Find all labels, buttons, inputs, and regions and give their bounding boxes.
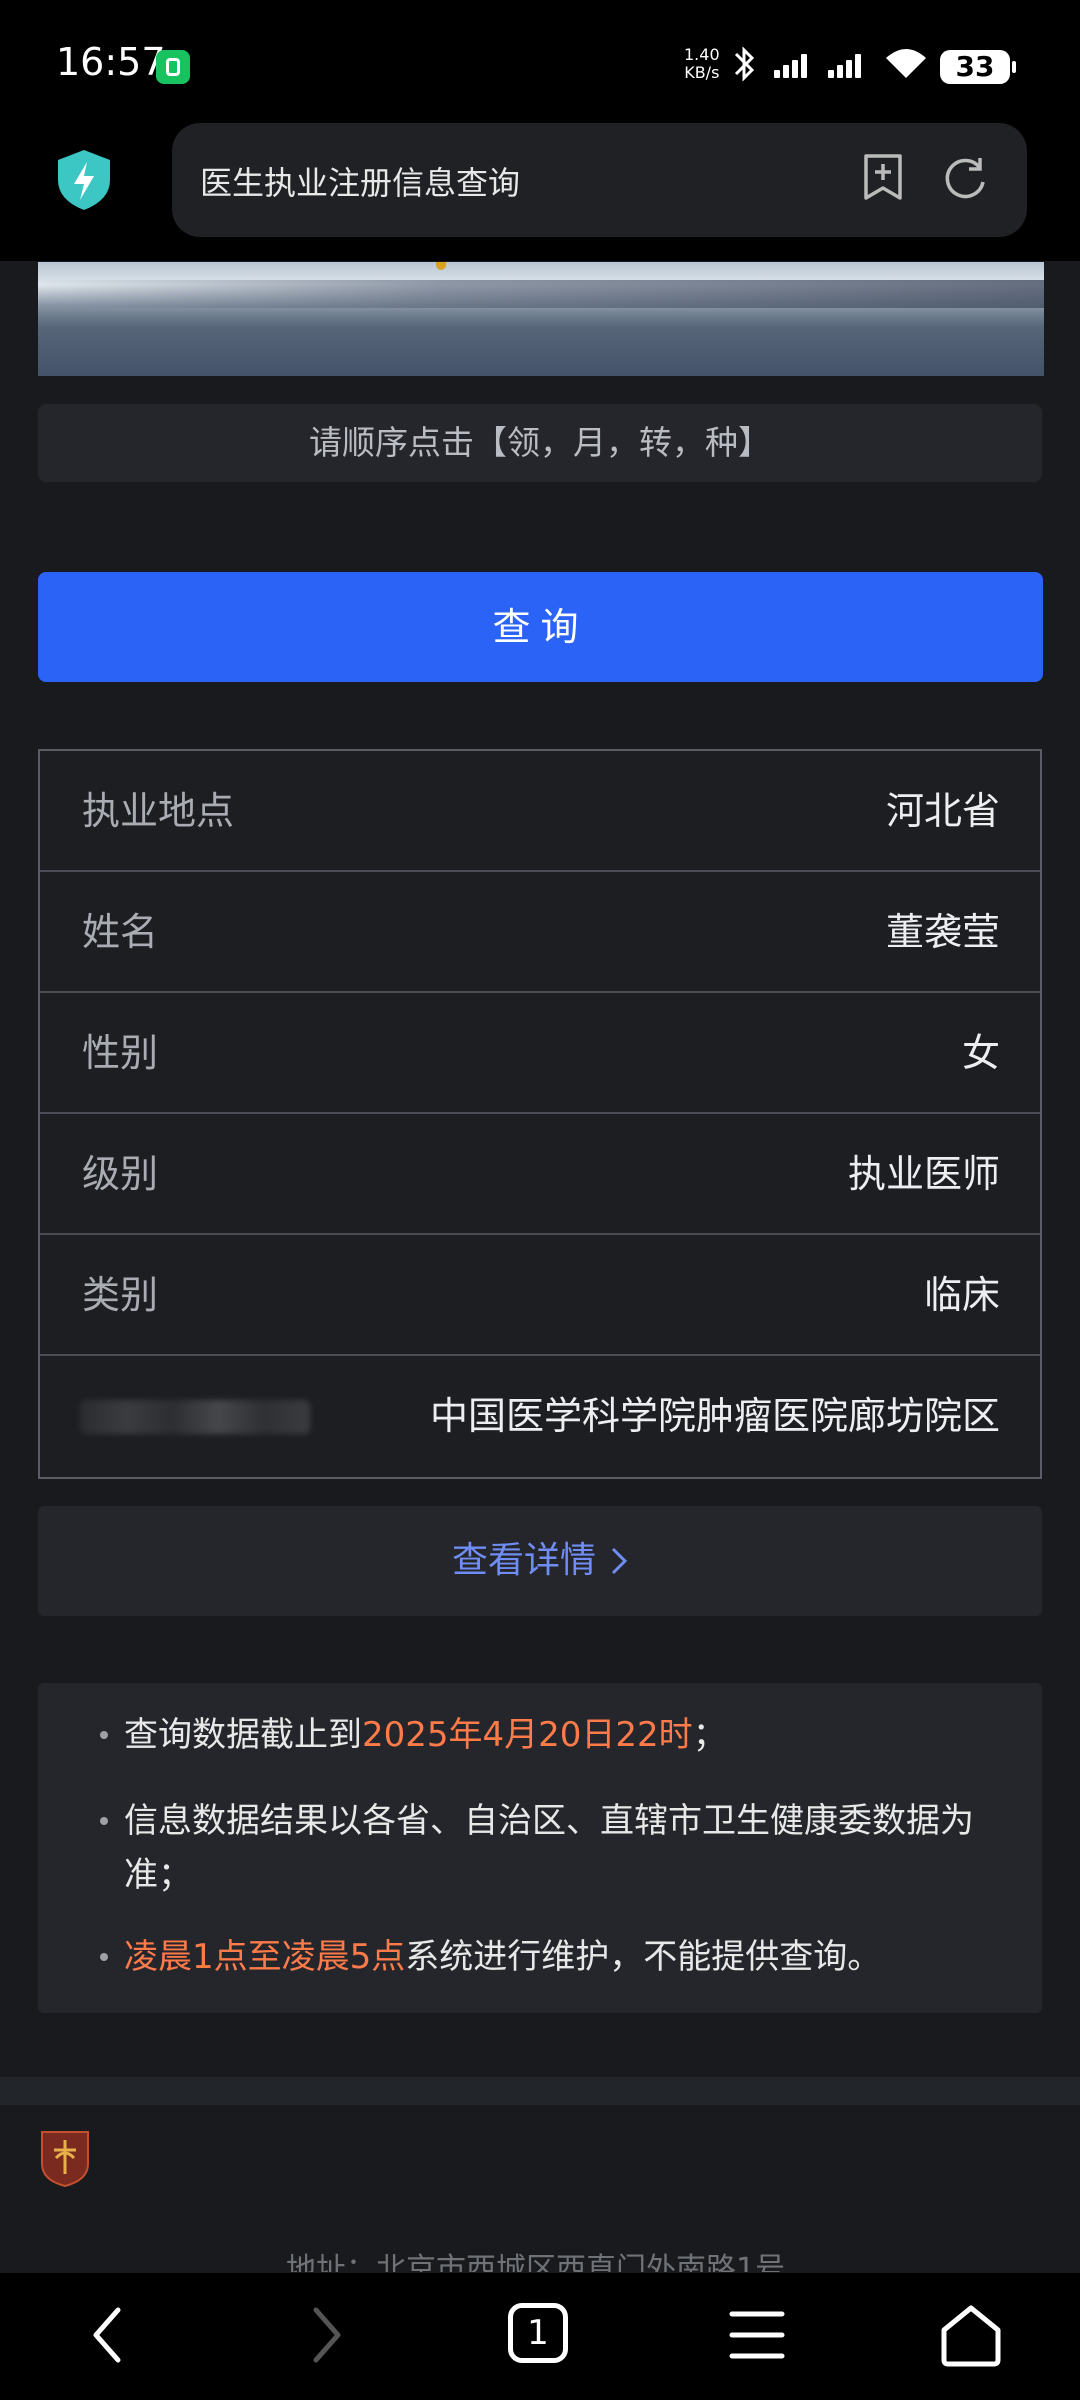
health-commission-logo [38,2128,92,2188]
forward-icon[interactable] [290,2300,360,2370]
wifi-icon [884,46,928,84]
row-value: 女 [961,1031,1000,1075]
table-row: 级别 执业医师 [40,1114,1040,1235]
table-row: 姓名 董袭莹 [40,872,1040,993]
signal-icon [774,54,816,78]
row-label: 级别 [82,1152,159,1196]
signal-icon [828,54,870,78]
view-details-label: 查看详情 [451,1540,596,1581]
row-value: 执业医师 [847,1152,1000,1196]
notice-text: 准； [124,1855,192,1895]
add-bookmark-icon[interactable] [860,152,906,202]
notice-highlight: 凌晨1点至凌晨5点 [124,1937,406,1977]
captcha-hint: 请顺序点击【领，月，转，种】 [38,404,1042,482]
menu-icon[interactable] [722,2300,792,2370]
notice-item: 查询数据截止到2025年4月20日22时； [124,1708,727,1762]
row-value: 河北省 [885,789,1000,833]
notice-text: 查询数据截止到 [124,1715,362,1755]
row-value: 董袭莹 [885,910,1000,954]
blurred-label [80,1400,310,1434]
security-shield-icon[interactable] [56,148,112,212]
table-row: 中国医学科学院肿瘤医院廊坊院区 [40,1356,1040,1477]
notice-text: 信息数据结果以各省、自治区、直辖市卫生健康委数据为 [124,1801,974,1841]
notice-text: 系统进行维护，不能提供查询。 [405,1937,882,1977]
back-icon[interactable] [74,2300,144,2370]
row-label: 类别 [82,1273,159,1317]
table-row: 性别 女 [40,993,1040,1114]
refresh-icon[interactable] [940,152,990,202]
status-time: 16:57 [56,40,166,84]
section-divider [0,2077,1080,2105]
bluetooth-icon [732,44,758,93]
bullet [100,1817,108,1825]
network-speed-unit: KB/s [684,63,720,82]
page-title[interactable]: 医生执业注册信息查询 [200,158,520,204]
bullet [100,1953,108,1961]
network-speed-value: 1.40 [684,45,720,64]
table-row: 类别 临床 [40,1235,1040,1356]
app-notification-icon [156,50,190,84]
footer-address: 地址：北京市西城区西直门外南路1号 [286,2252,786,2272]
bullet [100,1731,108,1739]
view-details-link[interactable]: 查看详情 [38,1506,1042,1616]
notice-text: ； [692,1715,727,1755]
notice-box: 查询数据截止到2025年4月20日22时； 信息数据结果以各省、自治区、直辖市卫… [38,1683,1042,2013]
captcha-image[interactable] [38,262,1044,376]
captcha-marker [436,262,446,270]
network-speed: 1.40 KB/s [684,46,720,82]
chevron-right-icon [610,1506,628,1616]
row-label: 姓名 [82,910,159,954]
row-label: 性别 [82,1031,159,1075]
row-label: 执业地点 [82,789,235,833]
home-icon[interactable] [936,2300,1006,2370]
notice-item: 凌晨1点至凌晨5点系统进行维护，不能提供查询。 [124,1930,881,1984]
battery-icon: 33 [940,50,1016,84]
row-value: 临床 [923,1273,1000,1317]
notice-highlight: 2025年4月20日22时 [362,1715,693,1755]
result-table: 执业地点 河北省 姓名 董袭莹 性别 女 级别 执业医师 类别 临床 中国医学科… [38,749,1042,1479]
table-row: 执业地点 河北省 [40,751,1040,872]
tabs-count-icon[interactable]: 1 [508,2303,568,2363]
notice-item: 信息数据结果以各省、自治区、直辖市卫生健康委数据为 准； [124,1794,974,1902]
query-button[interactable]: 查询 [38,572,1043,682]
row-value: 中国医学科学院肿瘤医院廊坊院区 [429,1394,1000,1438]
